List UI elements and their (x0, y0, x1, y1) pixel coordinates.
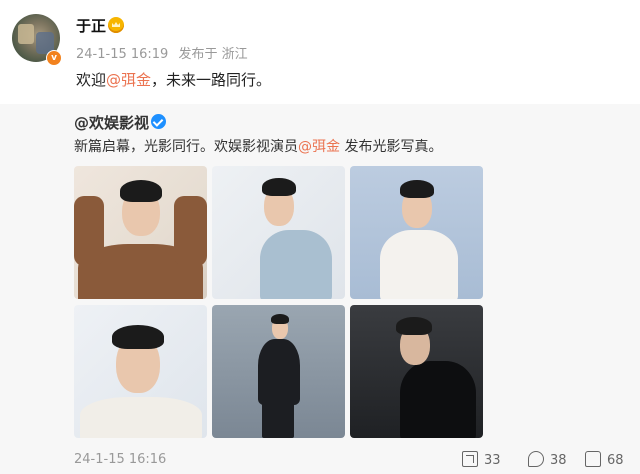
comment-count: 38 (550, 453, 567, 468)
photo-thumbnail[interactable] (74, 166, 207, 299)
author-name[interactable]: 于正 (76, 15, 106, 36)
repost-text: 新篇启幕，光影同行。欢娱影视演员@弭金 发布光影写真。 (74, 136, 442, 156)
figure-body (260, 230, 332, 299)
repost-author[interactable]: @欢娱影视 (74, 112, 149, 133)
photo-thumbnail[interactable] (74, 305, 207, 438)
vip-crown-icon (108, 17, 124, 33)
figure-body (400, 361, 476, 438)
figure-body (380, 230, 458, 299)
share-count: 33 (484, 453, 501, 468)
post-location: 发布于 浙江 (178, 47, 248, 62)
share-button[interactable]: 33 (462, 451, 501, 468)
post-text-prefix: 欢迎 (76, 71, 107, 89)
like-button[interactable]: 68 (585, 451, 624, 468)
figure-hair (112, 325, 164, 349)
post-text: 欢迎@弭金，未来一路同行。 (76, 69, 271, 90)
photo-grid (74, 166, 484, 438)
comment-button[interactable]: 38 (528, 451, 567, 468)
photo-thumbnail[interactable] (350, 166, 483, 299)
figure-legs (262, 403, 294, 438)
verified-icon (151, 114, 166, 129)
repost-text-suffix: 发布光影写真。 (340, 139, 443, 155)
comment-icon (528, 451, 544, 467)
like-count: 68 (607, 453, 624, 468)
figure-arm (174, 196, 207, 266)
repost-author-name[interactable]: @欢娱影视 (74, 114, 149, 132)
share-icon (462, 451, 478, 467)
weibo-post: v 于正 24-1-15 16:19 发布于 浙江 欢迎@弭金，未来一路同行。 (0, 0, 640, 104)
repost-card: @欢娱影视 新篇启幕，光影同行。欢娱影视演员@弭金 发布光影写真。 (0, 104, 640, 474)
repost-text-prefix: 新篇启幕，光影同行。欢娱影视演员 (74, 139, 298, 155)
photo-thumbnail[interactable] (212, 305, 345, 438)
photo-thumbnail[interactable] (350, 305, 483, 438)
verified-badge-icon: v (46, 50, 62, 66)
repost-footer: 24-1-15 16:16 33 38 68 (0, 446, 640, 474)
post-meta: 24-1-15 16:19 发布于 浙江 (76, 43, 254, 62)
figure-hair (120, 180, 162, 202)
figure-hair (396, 317, 432, 335)
post-timestamp[interactable]: 24-1-15 16:19 (76, 47, 168, 62)
figure-hair (400, 180, 434, 198)
repost-timestamp[interactable]: 24-1-15 16:16 (74, 452, 166, 467)
post-text-suffix: ，未来一路同行。 (151, 71, 272, 89)
avatar-shape (18, 24, 34, 44)
like-icon (585, 451, 601, 467)
figure-body (80, 397, 202, 438)
figure-body (258, 339, 300, 405)
figure-hair (271, 314, 289, 324)
mention-link[interactable]: @弭金 (106, 71, 151, 89)
figure-hair (262, 178, 296, 196)
figure-arm (74, 196, 104, 266)
photo-thumbnail[interactable] (212, 166, 345, 299)
mention-link[interactable]: @弭金 (298, 139, 340, 155)
